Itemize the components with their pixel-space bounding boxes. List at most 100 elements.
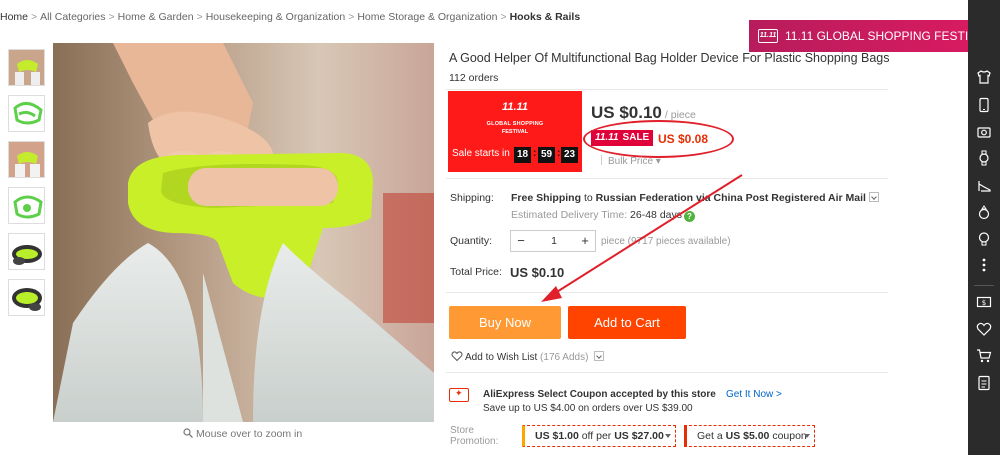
thumbnail-3[interactable] [8, 141, 45, 178]
product-main-image[interactable] [53, 43, 434, 422]
zoom-hint: Mouse over to zoom in [183, 428, 302, 440]
option2-amount: US $5.00 [725, 430, 770, 442]
sale-starts-label: Sale starts in [452, 148, 510, 159]
sidebar-divider [974, 285, 994, 286]
coupon-title: AliExpress Select Coupon accepted by thi… [483, 389, 716, 400]
option2-prefix: Get a [697, 430, 723, 442]
quantity-stepper: − 1 + [510, 230, 596, 252]
breadcrumb-separator: > [31, 11, 38, 23]
get-coupon-link[interactable]: Get It Now > [726, 389, 782, 400]
delivery-label: Estimated Delivery Time: [511, 209, 628, 221]
cart-icon[interactable] [976, 348, 992, 364]
delivery-time: Estimated Delivery Time: 26-48 days? [511, 209, 695, 222]
add-to-wishlist[interactable]: Add to Wish List (176 Adds) [451, 351, 605, 363]
countdown-colon: : [533, 148, 537, 159]
promo-line-1: GLOBAL SHOPPING [486, 121, 544, 127]
option1-amount: US $1.00 [535, 430, 579, 442]
breadcrumb-separator: > [196, 11, 203, 23]
quantity-increase-button[interactable]: + [575, 231, 595, 251]
lightbulb-icon[interactable] [976, 231, 992, 247]
free-shipping-text: Free Shipping [511, 192, 582, 204]
breadcrumb-separator: > [348, 11, 355, 23]
thumbnail-list [8, 49, 46, 325]
total-price-label: Total Price: [450, 266, 502, 278]
add-to-cart-button[interactable]: Add to Cart [568, 306, 686, 339]
product-title: A Good Helper Of Multifunctional Bag Hol… [449, 51, 890, 65]
divider [446, 372, 888, 373]
magnifier-icon [183, 428, 193, 438]
heart-outline-icon [451, 351, 463, 361]
festival-banner-text: 11.11 GLOBAL SHOPPING FESTIVAL [785, 29, 990, 43]
orders-count: 112 orders [449, 72, 499, 84]
list-icon[interactable] [976, 375, 992, 391]
breadcrumb-separator: > [500, 11, 507, 23]
quantity-availability: piece (9717 pieces available) [601, 236, 731, 247]
coupon-subtitle: Save up to US $4.00 on orders over US $3… [483, 403, 693, 414]
zoom-hint-text: Mouse over to zoom in [196, 428, 303, 440]
quantity-decrease-button[interactable]: − [511, 231, 531, 251]
breadcrumb-current[interactable]: Hooks & Rails [510, 11, 581, 23]
breadcrumb-all-categories[interactable]: All Categories [40, 11, 105, 23]
sale-countdown-banner: 11.11 GLOBAL SHOPPING FESTIVAL Sale star… [448, 91, 582, 172]
wishlist-label: Add to Wish List [465, 352, 538, 363]
shipping-label: Shipping: [450, 192, 494, 204]
festival-banner[interactable]: 11.11 11.11 GLOBAL SHOPPING FESTIVAL [749, 20, 990, 52]
ring-icon[interactable] [976, 204, 992, 220]
breadcrumb-home-storage[interactable]: Home Storage & Organization [357, 11, 497, 23]
option2-suffix: coupon [772, 430, 807, 442]
more-icon[interactable] [976, 257, 992, 273]
breadcrumb-housekeeping[interactable]: Housekeeping & Organization [206, 11, 346, 23]
coupon-icon[interactable]: $ [976, 294, 992, 310]
store-promotion-option-1[interactable]: US $1.00 off per US $27.00 [522, 425, 676, 447]
heart-icon[interactable] [976, 321, 992, 337]
bulk-price-dropdown[interactable]: Bulk Price ▾ [601, 155, 661, 167]
shipping-value: Free Shipping to Russian Federation via … [511, 192, 879, 204]
shipping-destination: Russian Federation via China Post Regist… [595, 192, 866, 204]
store-promotion-label: Store Promotion: [450, 425, 510, 447]
breadcrumb: Home > All Categories > Home & Garden > Housek… [0, 11, 580, 23]
camera-icon[interactable] [976, 124, 992, 140]
wishlist-count: (176 Adds) [540, 352, 589, 363]
watch-icon[interactable] [976, 150, 992, 166]
right-sidebar: $ [968, 0, 1000, 455]
chevron-down-icon [804, 434, 810, 438]
help-icon[interactable]: ? [684, 211, 695, 222]
bulk-price-label: Bulk Price [608, 156, 654, 167]
breadcrumb-home-garden[interactable]: Home & Garden [118, 11, 194, 23]
svg-text:$: $ [982, 299, 986, 307]
breadcrumb-home[interactable]: Home [0, 11, 28, 23]
price-unit: / piece [664, 109, 696, 121]
coupon-ticket-icon [449, 388, 469, 402]
quantity-input[interactable]: 1 [535, 231, 573, 251]
store-promotion-option-2[interactable]: Get a US $5.00 coupon [684, 425, 815, 447]
bulk-divider [601, 155, 602, 165]
thumbnail-2[interactable] [8, 95, 45, 132]
heel-shoe-icon[interactable] [976, 178, 992, 194]
promo-line-2: FESTIVAL [501, 129, 529, 135]
thumbnail-5[interactable] [8, 233, 45, 270]
shirt-icon[interactable] [976, 69, 992, 85]
thumbnail-4[interactable] [8, 187, 45, 224]
option1-threshold: US $27.00 [614, 430, 664, 442]
buy-now-button[interactable]: Buy Now [449, 306, 561, 339]
divider [446, 178, 888, 179]
divider [446, 89, 888, 90]
festival-logo: 11.11 [502, 101, 528, 113]
highlight-ellipse [583, 120, 734, 158]
countdown-minutes: 59 [538, 147, 555, 163]
store-promotion-label-line2: Promotion: [450, 436, 499, 447]
product-page: Home > All Categories > Home & Garden > Housek… [0, 0, 1000, 455]
option1-text: off per [581, 430, 612, 442]
phone-icon[interactable] [976, 97, 992, 113]
shipping-dropdown-icon[interactable] [868, 192, 879, 202]
shipping-to-text: to [583, 192, 593, 204]
festival-badge-icon: 11.11 [758, 29, 778, 43]
chevron-down-icon: ▾ [655, 156, 661, 167]
countdown-hours: 18 [514, 147, 531, 163]
thumbnail-1[interactable] [8, 49, 45, 86]
wishlist-dropdown-icon[interactable] [594, 351, 605, 361]
thumbnail-6[interactable] [8, 279, 45, 316]
quantity-label: Quantity: [450, 235, 493, 247]
chevron-down-icon [665, 434, 671, 438]
delivery-days: 26-48 days [630, 209, 682, 221]
